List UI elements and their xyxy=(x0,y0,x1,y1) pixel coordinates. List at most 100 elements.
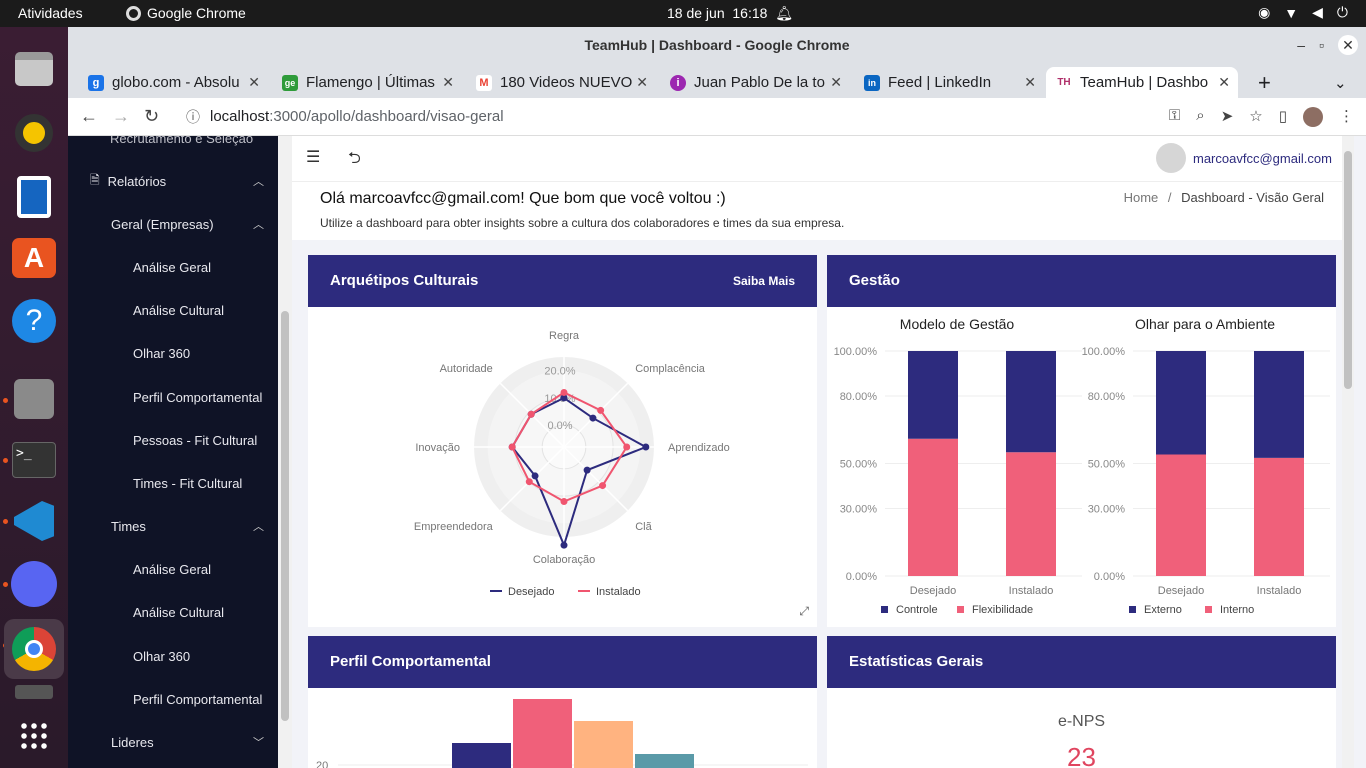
return-icon[interactable]: ⮌ xyxy=(348,147,361,174)
clock[interactable]: 18 de jun 16:18 🔔︎ xyxy=(667,5,793,22)
forward-arrow-icon[interactable]: → xyxy=(112,106,130,127)
window-titlebar[interactable]: TeamHub | Dashboard - Google Chrome – ▫ … xyxy=(68,27,1366,63)
tab-linkedin[interactable]: in Feed | LinkedIn ✕ xyxy=(854,67,1044,98)
close-tab-icon[interactable]: ✕ xyxy=(248,74,260,91)
tab-globo[interactable]: g globo.com - Absolu ✕ xyxy=(78,67,268,98)
profile-avatar-icon[interactable] xyxy=(1303,107,1323,127)
app-center-icon[interactable]: A xyxy=(10,234,58,282)
sidebar-item-label: Perfil Comportamental xyxy=(133,691,263,707)
sidebar-item-geral-analise-cultural[interactable]: Análise Cultural xyxy=(68,300,278,320)
disk2-icon[interactable] xyxy=(10,682,58,702)
menu-kebab-icon[interactable]: ⋮ xyxy=(1339,107,1354,127)
perfil-bar xyxy=(452,743,511,768)
help-icon[interactable]: ? xyxy=(10,297,58,345)
sidebar-item-times-analise-cultural[interactable]: Análise Cultural xyxy=(68,602,278,622)
chrome-icon[interactable] xyxy=(4,619,64,679)
radar-axis-label: Inovação xyxy=(415,442,460,454)
sidebar-item-times-perfil[interactable]: Perfil Comportamental xyxy=(68,689,278,709)
tab-label: globo.com - Absolu xyxy=(112,74,240,91)
user-email[interactable]: marcoavfcc@gmail.com xyxy=(1193,151,1332,166)
chrome-window: TeamHub | Dashboard - Google Chrome – ▫ … xyxy=(68,27,1366,768)
discord-icon[interactable] xyxy=(10,560,58,608)
close-tab-icon[interactable]: ✕ xyxy=(442,74,454,91)
close-tab-icon[interactable]: ✕ xyxy=(1024,74,1036,91)
tab-juan-pablo[interactable]: i Juan Pablo De la to ✕ xyxy=(660,67,850,98)
bar-segment xyxy=(1156,351,1206,455)
sidebar-group-times[interactable]: Times ︿ xyxy=(68,516,278,536)
active-app-indicator[interactable]: Google Chrome xyxy=(126,5,246,21)
page-scrollbar[interactable] xyxy=(1342,136,1354,768)
breadcrumb-home[interactable]: Home xyxy=(1124,190,1159,205)
gmail-favicon: M xyxy=(476,74,492,91)
expand-icon[interactable]: ⤢ xyxy=(799,604,809,619)
site-info-icon[interactable]: ⓘ xyxy=(186,102,200,132)
legend-label: Externo xyxy=(1144,604,1182,616)
card-title: Perfil Comportamental xyxy=(330,653,491,670)
chevron-down-icon: ﹀ xyxy=(253,737,264,749)
close-tab-icon[interactable]: ✕ xyxy=(636,74,648,91)
back-arrow-icon[interactable]: ← xyxy=(80,106,98,127)
sidebar-item-geral-analise-geral[interactable]: Análise Geral xyxy=(68,257,278,277)
os-top-bar: Atividades Google Chrome 18 de jun 16:18… xyxy=(0,0,1366,27)
address-bar[interactable]: ⓘ localhost:3000/apollo/dashboard/visao-… xyxy=(174,102,1290,132)
saiba-mais-button[interactable]: Saiba Mais xyxy=(733,255,795,307)
y-tick-label: 50.00% xyxy=(1088,459,1126,471)
key-icon[interactable]: ⚿ xyxy=(1169,107,1180,127)
sidebar-item-lideres[interactable]: Lideres ﹀ xyxy=(68,732,278,752)
radar-point xyxy=(589,414,597,422)
bookmark-star-icon[interactable]: ☆ xyxy=(1249,107,1262,127)
reload-icon[interactable]: ↻ xyxy=(144,106,159,127)
sidebar-item-label: Geral (Empresas) xyxy=(111,216,214,232)
system-tray[interactable]: ◉ ▼ ◀ ⏻ xyxy=(1258,4,1348,21)
page-scrollbar-thumb[interactable] xyxy=(1344,151,1352,389)
sidebar-item-geral-olhar-360[interactable]: Olhar 360 xyxy=(68,343,278,363)
sidebar-item-times-analise-geral[interactable]: Análise Geral xyxy=(68,559,278,579)
show-apps-icon[interactable] xyxy=(10,712,58,760)
sidebar-scrollbar-thumb[interactable] xyxy=(281,311,289,721)
sidebar-item-label: Lideres xyxy=(111,734,154,750)
writer-icon[interactable] xyxy=(10,173,58,221)
tab-flamengo[interactable]: ge Flamengo | Últimas ✕ xyxy=(272,67,462,98)
sidebar-item-relatorios[interactable]: 🗎︎ Relatórios ︿ xyxy=(68,171,278,191)
terminal-icon[interactable]: >_ xyxy=(10,436,58,484)
sidebar-item-geral-perfil[interactable]: Perfil Comportamental xyxy=(68,387,278,407)
tab-search-chevron-icon[interactable]: ⌄ xyxy=(1324,67,1354,98)
bar-segment xyxy=(908,438,958,576)
rhythmbox-icon[interactable] xyxy=(10,109,58,157)
sidebar-scrollbar[interactable] xyxy=(278,136,292,768)
close-tab-icon[interactable]: ✕ xyxy=(1218,74,1230,91)
tab-gmail[interactable]: M 180 Videos NUEVO ✕ xyxy=(466,67,656,98)
disk-icon[interactable] xyxy=(10,375,58,423)
sidebar-item-geral-pessoas-fit[interactable]: Pessoas - Fit Cultural xyxy=(68,430,278,450)
sidebar-item-geral-times-fit[interactable]: Times - Fit Cultural xyxy=(68,473,278,493)
user-avatar[interactable] xyxy=(1156,143,1186,173)
juan-favicon: i xyxy=(670,74,686,91)
maximize-icon[interactable]: ▫ xyxy=(1319,27,1324,63)
bar-segment xyxy=(1156,454,1206,576)
vscode-icon[interactable] xyxy=(10,497,58,545)
send-icon[interactable]: ➤ xyxy=(1221,107,1234,127)
sidebar-group-geral[interactable]: Geral (Empresas) ︿ xyxy=(68,214,278,234)
legend-label: Interno xyxy=(1220,604,1254,616)
perfil-chart: 20 xyxy=(316,699,808,768)
radar-point xyxy=(560,541,568,549)
radar-point xyxy=(525,478,533,486)
gestao-charts: Modelo de Gestão 0.00% 30.00% 50.00% 80.00% 1… xyxy=(834,316,1330,616)
menu-toggle-icon[interactable]: ☰ xyxy=(306,147,320,167)
tab-teamhub[interactable]: TH TeamHub | Dashbo ✕ xyxy=(1046,67,1238,98)
files-icon[interactable] xyxy=(10,45,58,93)
sidebar-item-recrutamento[interactable]: Recrutamento e Seleção xyxy=(90,136,300,148)
close-window-icon[interactable]: ✕ xyxy=(1338,35,1358,55)
clock-time: 16:18 xyxy=(732,5,768,21)
activities-button[interactable]: Atividades xyxy=(18,5,83,21)
chevron-up-icon: ︿ xyxy=(253,219,264,231)
minimize-icon[interactable]: – xyxy=(1297,27,1305,63)
zoom-icon[interactable]: ⌕ xyxy=(1196,107,1204,127)
side-panel-icon[interactable]: ▯ xyxy=(1279,107,1287,127)
close-tab-icon[interactable]: ✕ xyxy=(830,74,842,91)
sidebar-item-times-olhar-360[interactable]: Olhar 360 xyxy=(68,646,278,666)
power-icon: ⏻ xyxy=(1336,4,1348,20)
legend-label: Flexibilidade xyxy=(972,604,1033,616)
new-tab-button[interactable]: + xyxy=(1248,67,1278,98)
x-tick-label: Instalado xyxy=(1257,585,1302,597)
